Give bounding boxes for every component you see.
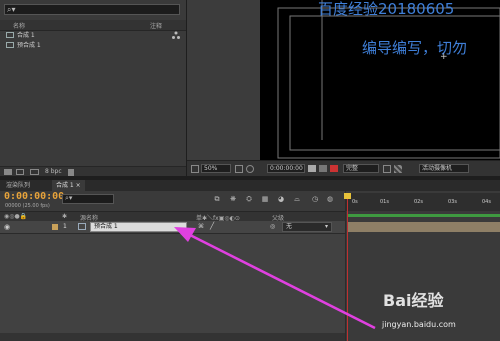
- watermark-brand: Bai经验: [383, 291, 444, 310]
- watermark-url: jingyan.baidu.com: [382, 320, 456, 329]
